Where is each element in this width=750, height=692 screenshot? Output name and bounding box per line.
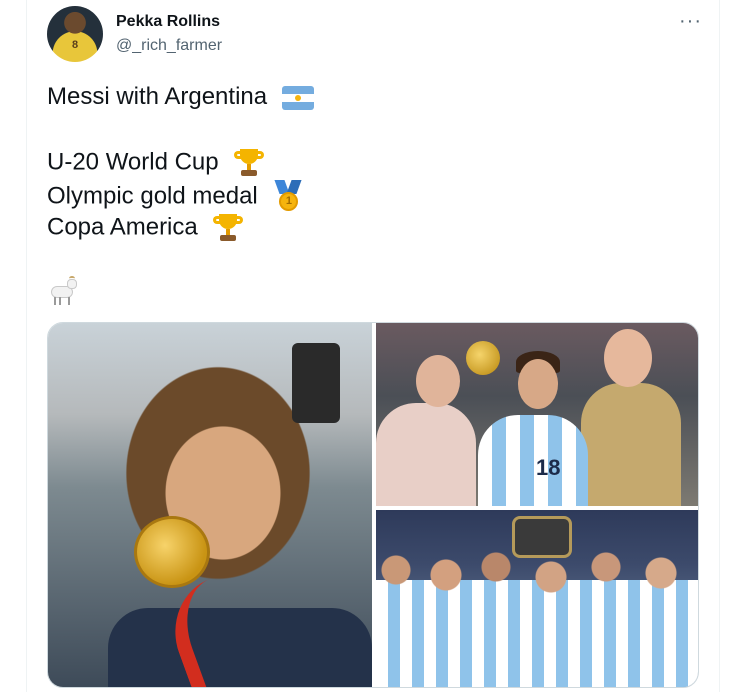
- argentina-shirt-shape: 18: [478, 415, 588, 506]
- person-right-shape: [581, 383, 681, 506]
- more-options-icon[interactable]: ···: [679, 10, 702, 33]
- copa-trophy-shape: [512, 516, 572, 558]
- tweet-text-line-4: Copa America: [47, 212, 244, 244]
- shirt-number: 18: [536, 455, 561, 480]
- person-left-shape: [376, 403, 476, 506]
- tweet-text-line-3: Olympic gold medal 1: [47, 180, 304, 214]
- tweet-text-line-3-label: Olympic gold medal: [47, 182, 258, 210]
- author-display-name[interactable]: Pekka Rollins: [116, 13, 220, 31]
- avatar-jersey-number: 8: [71, 39, 79, 51]
- trophy-icon: [233, 147, 265, 179]
- player-head: [518, 359, 558, 409]
- timeline-border-right: [719, 0, 720, 692]
- argentina-flag-icon: [281, 85, 314, 110]
- team-jerseys-shape: [376, 580, 698, 687]
- tweet-text-line-2-label: U-20 World Cup: [47, 148, 219, 176]
- first-place-medal-icon: 1: [272, 180, 304, 214]
- avatar[interactable]: 8: [47, 6, 103, 62]
- tweet-text-line-4-label: Copa America: [47, 213, 198, 241]
- tweet-card[interactable]: 8 Pekka Rollins @_rich_farmer ··· Messi …: [27, 0, 719, 692]
- tweet-text-line-2: U-20 World Cup: [47, 147, 265, 179]
- golden-ball-trophy: [466, 341, 500, 375]
- photo-copa-america-celebration[interactable]: [376, 510, 698, 687]
- gold-medal-shape: [134, 516, 210, 588]
- person-left-head: [416, 355, 460, 407]
- camera-shape: [292, 343, 340, 423]
- tweet-text-line-1: Messi with Argentina: [47, 83, 314, 111]
- person-right-head: [604, 329, 652, 387]
- goat-icon: [47, 276, 81, 306]
- author-handle[interactable]: @_rich_farmer: [116, 37, 222, 55]
- photo-messi-gold-medal[interactable]: [48, 323, 372, 687]
- media-grid: 18: [47, 322, 699, 688]
- photo-u20-trophy[interactable]: 18: [376, 323, 698, 506]
- medal-number: 1: [279, 192, 299, 211]
- tweet-text-line-1-label: Messi with Argentina: [47, 83, 268, 110]
- trophy-icon: [212, 212, 244, 244]
